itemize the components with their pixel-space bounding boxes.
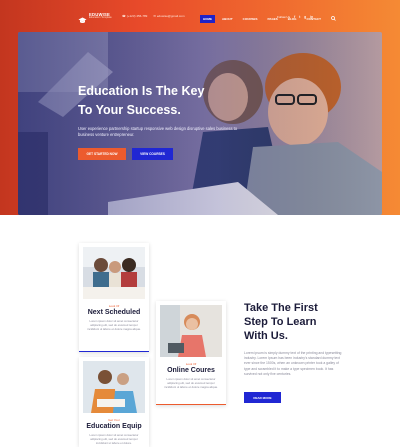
contact-info: ☎ (+123) 456-789 ✉ eduwise@gmail.com	[122, 14, 185, 18]
email-text: eduwise@gmail.com	[156, 14, 185, 18]
hero-description: User experience partnership startup resp…	[78, 126, 238, 137]
card-image	[83, 247, 145, 299]
logo[interactable]: EDUWISE Education Template	[78, 12, 112, 24]
about-description: Lorem ipsum is simply dummy text of the …	[244, 351, 342, 376]
about-section: Take The First Step To Learn With Us. Lo…	[244, 301, 354, 377]
card-kicker: Look Of	[185, 362, 197, 366]
phone-icon: ☎	[122, 14, 126, 18]
follow-label: Follow Us	[277, 15, 291, 19]
card-title: Next Scheduled	[87, 309, 141, 316]
google-plus-icon[interactable]: g	[304, 15, 306, 19]
card-kicker: Look Of	[108, 304, 120, 308]
card-image	[160, 305, 222, 357]
logo-tagline: Education Template	[89, 16, 112, 20]
nav-item-courses[interactable]: COURSES	[240, 15, 261, 23]
follow-us: Follow Us f t g in	[277, 15, 313, 19]
mail-icon: ✉	[153, 14, 156, 18]
about-title: Take The First Step To Learn With Us.	[244, 302, 318, 342]
graduation-cap-icon	[78, 12, 87, 24]
search-icon[interactable]	[331, 16, 336, 22]
card-image	[83, 361, 145, 413]
top-bar: EDUWISE Education Template ☎ (+123) 456-7…	[0, 0, 400, 30]
contact-email[interactable]: ✉ eduwise@gmail.com	[153, 14, 184, 18]
feature-card[interactable]: Get Your Education Equip Lorem ipsum dol…	[79, 357, 149, 447]
read-more-button[interactable]: READ MORE	[244, 392, 281, 403]
get-started-button[interactable]: GET STARTED NOW	[78, 148, 126, 160]
linkedin-icon[interactable]: in	[310, 15, 313, 19]
card-kicker: Get Your	[108, 418, 120, 422]
contact-phone: ☎ (+123) 456-789	[122, 14, 147, 18]
twitter-icon[interactable]: t	[299, 15, 300, 19]
nav-item-about[interactable]: ABOUT	[219, 15, 236, 23]
nav-item-home[interactable]: HOME	[200, 15, 215, 23]
view-courses-button[interactable]: VIEW COURSES	[132, 148, 173, 160]
main-nav: HOME ABOUT COURSES PAGES BLOG CONTACT	[200, 15, 336, 23]
logo-text: EDUWISE Education Template	[89, 12, 112, 20]
feature-card[interactable]: Look Of Next Scheduled Lorem ipsum dolor…	[79, 243, 149, 352]
card-title: Online Coures	[167, 367, 215, 374]
card-description: Lorem ipsum dolor sit amet consectetur a…	[164, 377, 218, 390]
hero-title: Education Is The Key To Your Success.	[78, 84, 205, 117]
card-title: Education Equip	[86, 423, 142, 430]
hero-content: Education Is The Key To Your Success. Us…	[78, 82, 278, 138]
phone-text: (+123) 456-789	[126, 14, 148, 18]
card-description: Lorem ipsum dolor sit amet consectetur a…	[87, 319, 141, 332]
facebook-icon[interactable]: f	[294, 15, 295, 19]
card-description: Lorem ipsum dolor sit amet consectetur a…	[89, 433, 139, 446]
feature-card[interactable]: Look Of Online Coures Lorem ipsum dolor …	[156, 301, 226, 405]
